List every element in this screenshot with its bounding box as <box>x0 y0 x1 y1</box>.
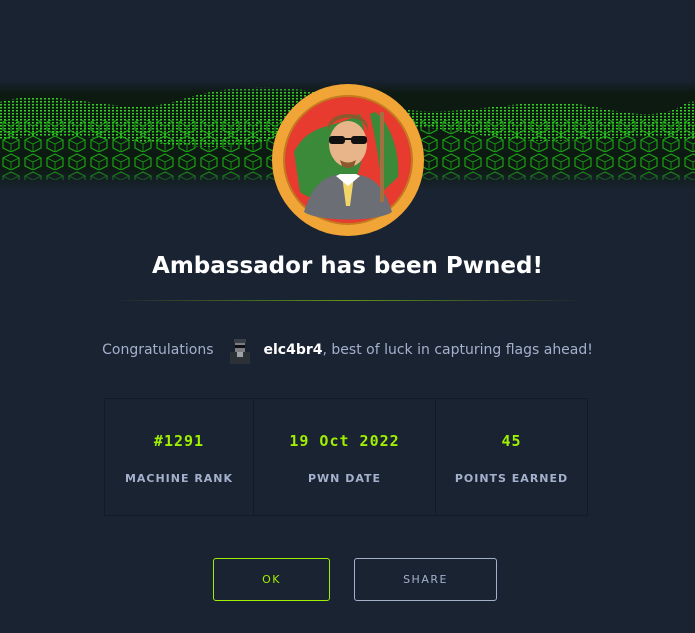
stat-label: MACHINE RANK <box>124 472 234 485</box>
congrats-prefix: Congratulations <box>102 342 214 358</box>
congrats-suffix: , best of luck in capturing flags ahead! <box>322 342 593 358</box>
stat-machine-rank: #1291 MACHINE RANK <box>105 399 254 515</box>
share-button[interactable]: SHARE <box>354 558 497 601</box>
machine-badge <box>270 82 426 238</box>
user-avatar-icon <box>225 336 254 364</box>
stat-points-earned: 45 POINTS EARNED <box>436 399 587 515</box>
pwned-title: Ambassador has been Pwned! <box>152 253 543 279</box>
stat-value: 19 Oct 2022 <box>289 432 400 450</box>
stats-panel: #1291 MACHINE RANK 19 Oct 2022 PWN DATE … <box>104 398 588 516</box>
ok-button[interactable]: OK <box>213 558 330 601</box>
stat-pwn-date: 19 Oct 2022 PWN DATE <box>254 399 436 515</box>
stat-label: POINTS EARNED <box>454 472 569 485</box>
congrats-message: Congratulations elc4br4 , best of luck i… <box>0 336 695 364</box>
stat-label: PWN DATE <box>307 472 382 485</box>
machine-avatar-icon <box>272 84 424 236</box>
stat-value: 45 <box>501 432 522 450</box>
stat-value: #1291 <box>153 432 205 450</box>
title-divider <box>110 300 585 301</box>
username[interactable]: elc4br4 <box>264 342 323 358</box>
